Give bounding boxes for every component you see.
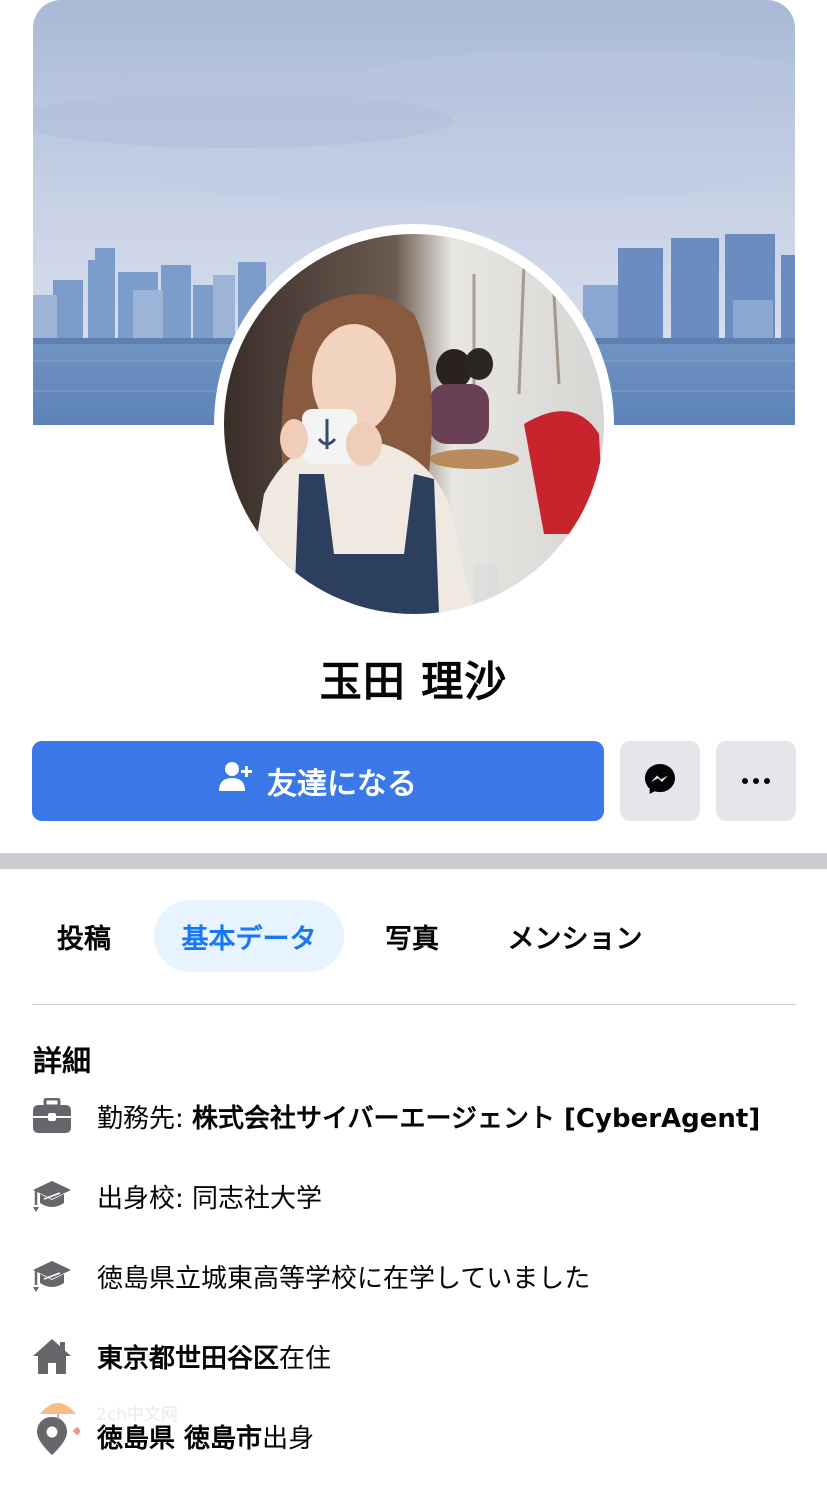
profile-tabs: 投稿 基本データ 写真 メンション	[0, 900, 827, 972]
high-school-text[interactable]: 徳島県立城東高等学校に在学していました	[97, 1258, 590, 1295]
detail-lives-in: 東京都世田谷区在住	[32, 1334, 812, 1378]
work-prefix: 勤務先:	[97, 1103, 193, 1134]
briefcase-icon	[32, 1096, 72, 1136]
add-friend-button[interactable]: 友達になる	[32, 741, 604, 821]
profile-picture[interactable]	[224, 234, 604, 614]
location-pin-icon	[32, 1416, 72, 1456]
college-prefix: 出身校:	[97, 1183, 193, 1214]
lives-in-suffix: 在住	[279, 1343, 332, 1374]
tab-about[interactable]: 基本データ	[154, 900, 344, 972]
detail-high-school: 徳島県立城東高等学校に在学していました	[32, 1254, 812, 1298]
detail-work: 勤務先: 株式会社サイバーエージェント [CyberAgent]	[32, 1094, 812, 1138]
graduation-cap-icon	[32, 1256, 72, 1296]
lives-in-value[interactable]: 東京都世田谷区	[97, 1344, 279, 1374]
detail-college: 出身校: 同志社大学	[32, 1174, 812, 1218]
details-title: 詳細	[33, 1044, 92, 1078]
messenger-button[interactable]	[620, 741, 700, 821]
tabs-divider	[32, 1004, 796, 1005]
college-value[interactable]: 同志社大学	[192, 1184, 322, 1214]
hometown-value[interactable]: 徳島県 徳島市	[97, 1424, 262, 1454]
tab-photos[interactable]: 写真	[368, 900, 456, 972]
hometown-suffix: 出身	[262, 1423, 315, 1454]
profile-name: 玉田 理沙	[319, 657, 508, 706]
work-value[interactable]: 株式会社サイバーエージェント [CyberAgent]	[192, 1104, 760, 1134]
section-divider	[0, 853, 827, 869]
add-friend-icon	[219, 761, 253, 801]
add-friend-label: 友達になる	[267, 767, 417, 802]
detail-hometown: 徳島県 徳島市出身	[32, 1414, 812, 1458]
home-icon	[32, 1336, 72, 1376]
tab-mentions[interactable]: メンション	[490, 900, 660, 972]
messenger-icon	[643, 762, 677, 800]
more-options-button[interactable]	[716, 741, 796, 821]
more-dots-icon	[742, 778, 770, 784]
graduation-cap-icon	[32, 1176, 72, 1216]
tab-posts[interactable]: 投稿	[40, 900, 128, 972]
